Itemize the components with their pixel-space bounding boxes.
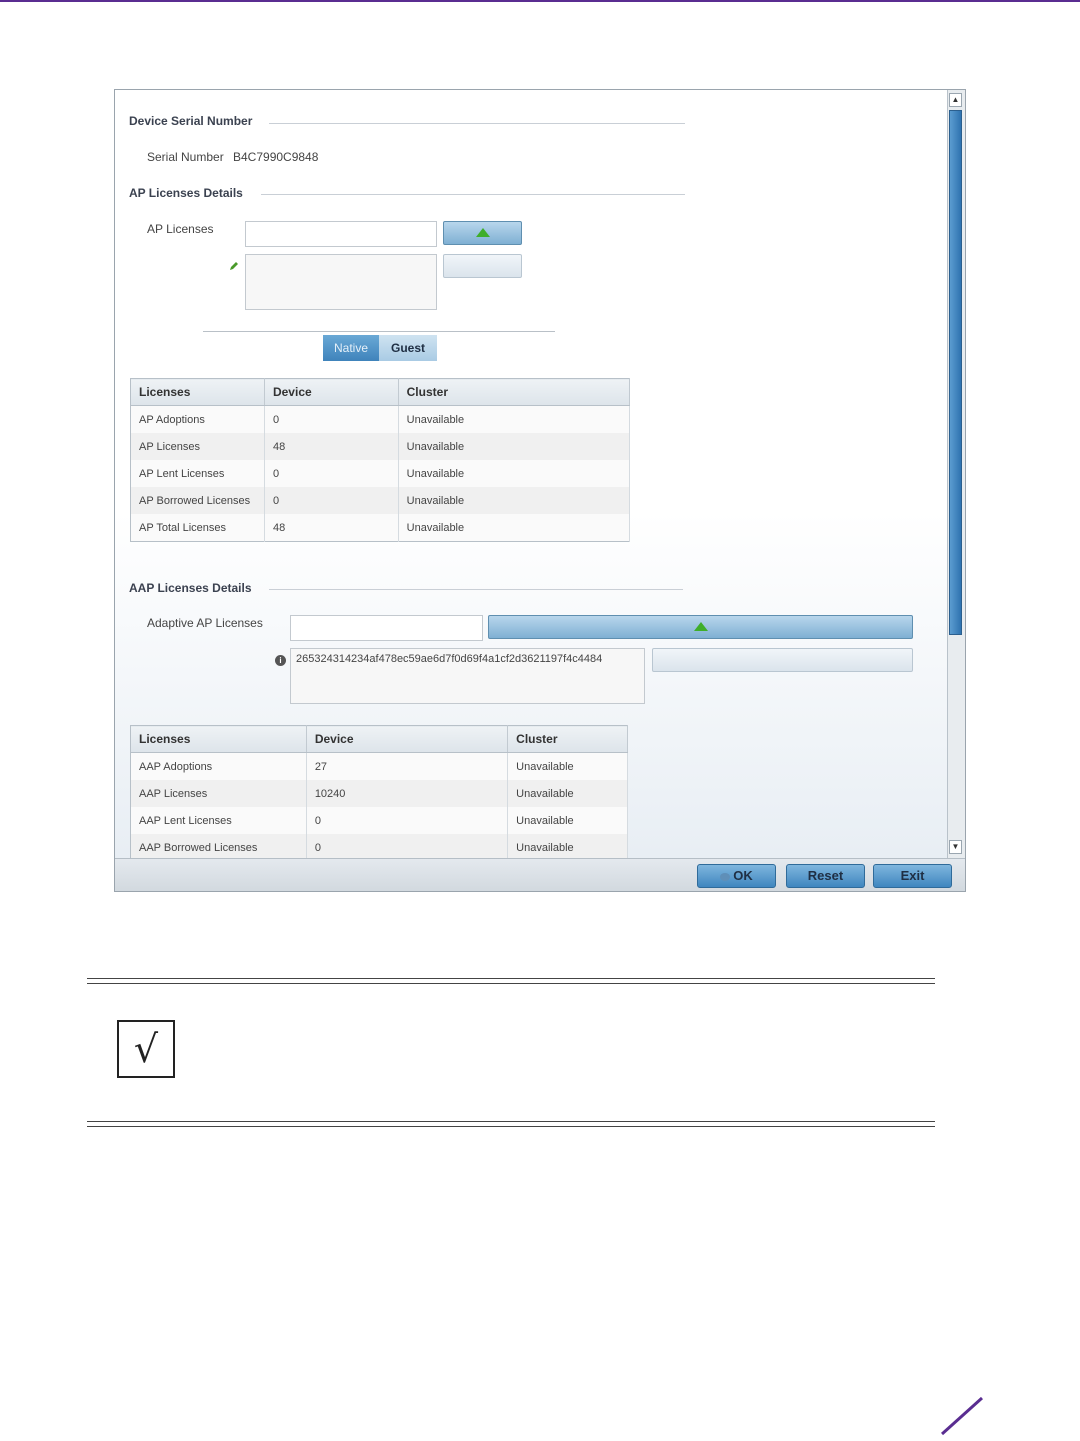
device-value: 0 [264, 460, 399, 487]
column-header[interactable]: Licenses [130, 378, 265, 406]
column-header[interactable]: Cluster [398, 378, 631, 406]
scroll-up-arrow-icon[interactable]: ▲ [949, 93, 962, 107]
table-row[interactable]: AAP Licenses 10240 Unavailable [130, 780, 628, 807]
cluster-value: Unavailable [398, 514, 631, 542]
license-name: AP Adoptions [130, 405, 265, 433]
serial-number-label: Serial Number [147, 150, 224, 164]
serial-number-value: B4C7990C9848 [233, 150, 319, 164]
adaptive-ap-license-key-area[interactable]: 265324314234af478ec59ae6d7f0d69f4a1cf2d3… [290, 648, 645, 704]
adaptive-ap-licenses-apply-button[interactable] [488, 615, 913, 639]
dialog-content: Device Serial Number Serial Number B4C79… [115, 90, 947, 858]
table-row[interactable]: AP Adoptions 0 Unavailable [130, 405, 631, 433]
table-row[interactable]: AAP Adoptions 27 Unavailable [130, 752, 628, 780]
info-icon: i [275, 655, 286, 666]
adaptive-ap-licenses-secondary-button[interactable] [652, 648, 913, 672]
cluster-value: Unavailable [398, 433, 631, 460]
license-name: AP Total Licenses [130, 514, 265, 542]
ap-licenses-secondary-button[interactable] [443, 254, 522, 278]
tab-guest[interactable]: Guest [379, 335, 437, 361]
ap-licenses-input[interactable] [245, 221, 437, 247]
device-value: 10240 [306, 780, 509, 807]
column-header[interactable]: Licenses [130, 725, 307, 753]
aap-licenses-table: Licenses Device Cluster AAP Adoptions 27… [130, 725, 628, 858]
device-value: 27 [306, 752, 509, 780]
cluster-value: Unavailable [398, 405, 631, 433]
device-serial-section-title: Device Serial Number [129, 114, 253, 128]
note-bottom-rule [87, 1121, 935, 1122]
exit-button[interactable]: Exit [873, 864, 952, 888]
licenses-dialog: Device Serial Number Serial Number B4C79… [114, 89, 966, 892]
cluster-value: Unavailable [398, 487, 631, 514]
device-value: 48 [264, 514, 399, 542]
adaptive-ap-licenses-label: Adaptive AP Licenses [147, 616, 263, 630]
license-name: AP Licenses [130, 433, 265, 460]
tab-divider [203, 331, 555, 332]
ap-licenses-table: Licenses Device Cluster AP Adoptions 0 U… [130, 378, 631, 542]
ap-licenses-key-area[interactable] [245, 254, 437, 310]
device-value: 48 [264, 433, 399, 460]
cluster-value: Unavailable [507, 834, 628, 858]
license-name: AAP Lent Licenses [130, 807, 307, 834]
reset-button[interactable]: Reset [786, 864, 865, 888]
license-key-text: 265324314234af478ec59ae6d7f0d69f4a1cf2d3… [296, 653, 603, 665]
license-name: AAP Licenses [130, 780, 307, 807]
adaptive-ap-licenses-input[interactable] [290, 615, 483, 641]
cluster-value: Unavailable [507, 752, 628, 780]
section-divider [269, 123, 685, 124]
top-accent-bar [0, 0, 1080, 2]
aap-licenses-section-title: AAP Licenses Details [129, 581, 252, 595]
license-name: AAP Adoptions [130, 752, 307, 780]
check-glyph: √ [133, 1027, 159, 1071]
column-header[interactable]: Cluster [507, 725, 628, 753]
pencil-icon [229, 258, 239, 270]
cluster-value: Unavailable [507, 807, 628, 834]
ok-label: OK [733, 868, 753, 883]
ok-button[interactable]: OK [697, 864, 776, 888]
device-value: 0 [306, 807, 509, 834]
tab-native[interactable]: Native [323, 335, 379, 361]
table-row[interactable]: AP Licenses 48 Unavailable [130, 433, 631, 460]
dialog-footer: OK Reset Exit [115, 858, 965, 891]
table-row[interactable]: AAP Lent Licenses 0 Unavailable [130, 807, 628, 834]
ok-icon [720, 872, 731, 881]
device-value: 0 [264, 405, 399, 433]
scrollbar-thumb[interactable] [949, 110, 962, 635]
license-name: AAP Borrowed Licenses [130, 834, 307, 858]
note-bottom-rule-inner [87, 1126, 935, 1127]
column-header[interactable]: Device [306, 725, 509, 753]
ap-licenses-label: AP Licenses [147, 222, 214, 236]
license-name: AP Lent Licenses [130, 460, 265, 487]
page-corner-slash-icon [938, 1396, 984, 1441]
device-value: 0 [306, 834, 509, 858]
upload-arrow-icon [694, 622, 708, 631]
note-top-rule-inner [87, 983, 935, 984]
cluster-value: Unavailable [507, 780, 628, 807]
device-value: 0 [264, 487, 399, 514]
cluster-value: Unavailable [398, 460, 631, 487]
note-top-rule [87, 978, 935, 979]
section-divider [261, 194, 685, 195]
license-name: AP Borrowed Licenses [130, 487, 265, 514]
table-row[interactable]: AP Total Licenses 48 Unavailable [130, 514, 631, 542]
ap-licenses-apply-button[interactable] [443, 221, 522, 245]
ap-licenses-section-title: AP Licenses Details [129, 186, 243, 200]
table-row[interactable]: AP Lent Licenses 0 Unavailable [130, 460, 631, 487]
upload-arrow-icon [476, 228, 490, 237]
section-divider [269, 589, 683, 590]
column-header[interactable]: Device [264, 378, 399, 406]
scroll-down-arrow-icon[interactable]: ▼ [949, 840, 962, 854]
table-row[interactable]: AP Borrowed Licenses 0 Unavailable [130, 487, 631, 514]
table-row[interactable]: AAP Borrowed Licenses 0 Unavailable [130, 834, 628, 858]
check-icon: √ [117, 1020, 175, 1078]
